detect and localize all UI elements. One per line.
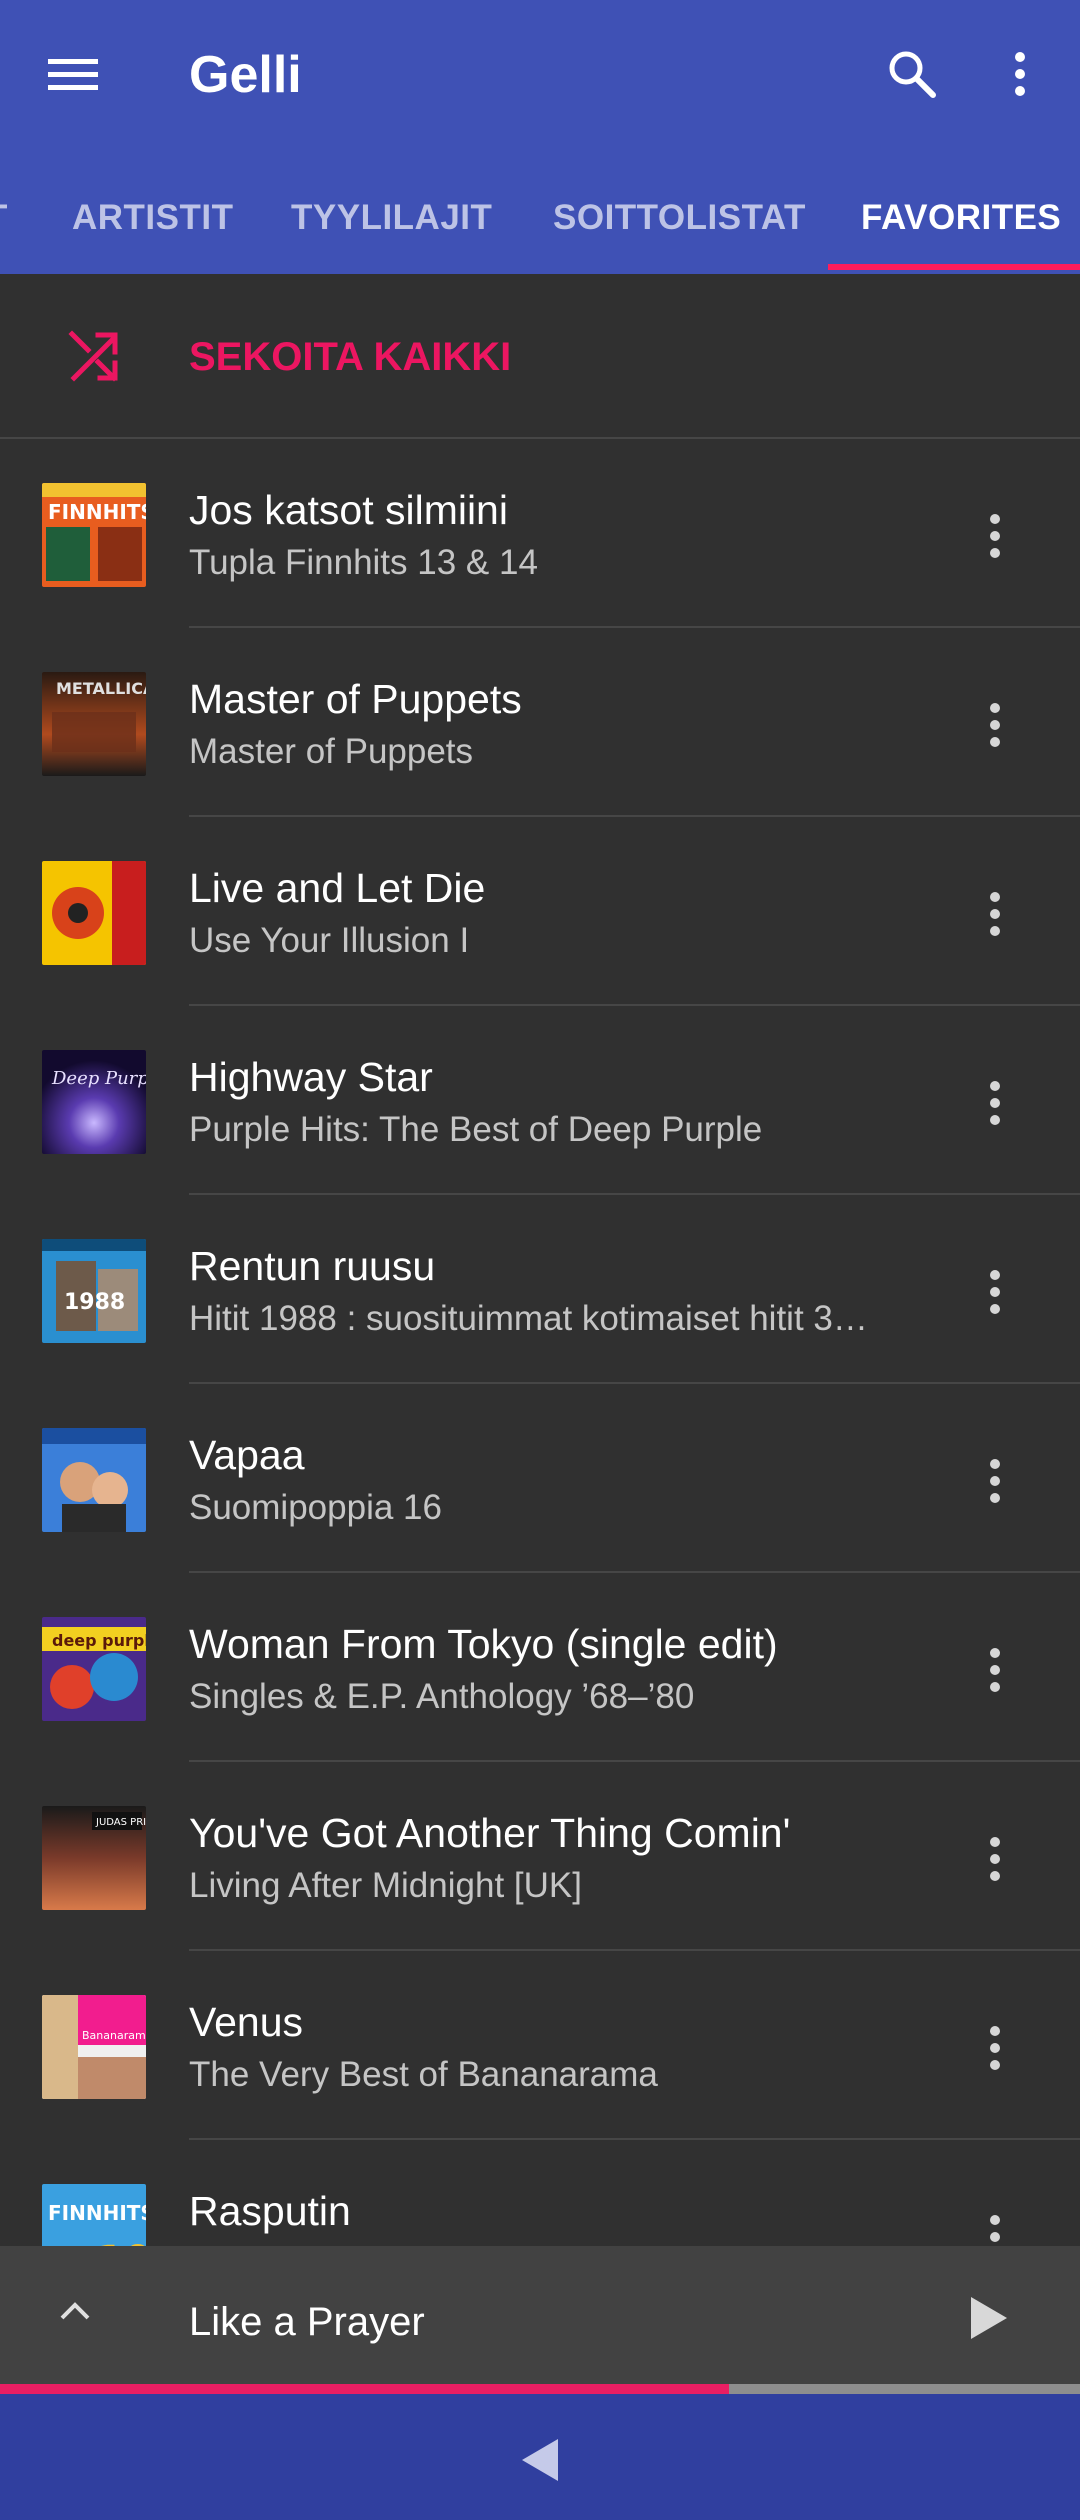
album-art: JUDAS PRIEST bbox=[42, 1806, 146, 1910]
album-art: deep purple bbox=[42, 1617, 146, 1721]
back-triangle-icon[interactable] bbox=[500, 2420, 580, 2500]
more-vertical-icon[interactable] bbox=[960, 1438, 1030, 1524]
track-album: Hitit 1988 : suosituimmat kotimaiset hit… bbox=[189, 1299, 868, 1338]
album-art bbox=[42, 861, 146, 965]
track-title: Highway Star bbox=[189, 1054, 433, 1100]
more-vertical-icon[interactable] bbox=[960, 1627, 1030, 1713]
track-title: Master of Puppets bbox=[189, 676, 522, 722]
album-art: FINNHITS bbox=[42, 483, 146, 587]
now-playing-title: Like a Prayer bbox=[189, 2300, 425, 2344]
more-vertical-icon[interactable] bbox=[960, 2194, 1030, 2246]
more-vertical-icon[interactable] bbox=[960, 682, 1030, 768]
shuffle-all-row[interactable] bbox=[0, 274, 1080, 439]
album-art: Bananarama bbox=[42, 1995, 146, 2099]
track-row[interactable]: Vapaa Suomipoppia 16 bbox=[0, 1384, 1080, 1573]
playback-progress-bar[interactable] bbox=[0, 2384, 1080, 2394]
more-vertical-icon[interactable] bbox=[960, 1060, 1030, 1146]
track-title: Woman From Tokyo (single edit) bbox=[189, 1621, 778, 1667]
album-art: METALLICA bbox=[42, 672, 146, 776]
svg-text:JUDAS PRIEST: JUDAS PRIEST bbox=[95, 1817, 146, 1828]
mini-player[interactable] bbox=[0, 2246, 1080, 2384]
track-row[interactable]: METALLICA Master of Puppets Master of Pu… bbox=[0, 628, 1080, 817]
svg-text:METALLICA: METALLICA bbox=[56, 679, 146, 698]
album-art: 1988 bbox=[42, 1239, 146, 1343]
track-row[interactable]: JUDAS PRIEST You've Got Another Thing Co… bbox=[0, 1762, 1080, 1951]
svg-text:Bananarama: Bananarama bbox=[82, 2029, 146, 2042]
track-album: The Very Best of Bananarama bbox=[189, 2055, 658, 2094]
tab-partial[interactable]: T bbox=[0, 162, 8, 274]
track-row[interactable]: deep purple Woman From Tokyo (single edi… bbox=[0, 1573, 1080, 1762]
track-row[interactable]: Bananarama Venus The Very Best of Banana… bbox=[0, 1951, 1080, 2140]
track-album: Tupla Finnhits 13 & 14 bbox=[189, 543, 538, 582]
tab-genres[interactable]: TYYLILAJIT bbox=[291, 162, 492, 274]
track-title: Venus bbox=[189, 1999, 303, 2045]
album-art: FINNHITS 10 bbox=[42, 2184, 146, 2246]
album-art: Deep Purple bbox=[42, 1050, 146, 1154]
playback-progress-fill bbox=[0, 2384, 729, 2394]
svg-text:Deep Purple: Deep Purple bbox=[51, 1068, 146, 1089]
track-row[interactable]: FINNHITS Jos katsot silmiini Tupla Finnh… bbox=[0, 439, 1080, 628]
more-vertical-icon[interactable] bbox=[960, 871, 1030, 957]
chevron-up-icon[interactable] bbox=[40, 2276, 110, 2346]
svg-text:1988: 1988 bbox=[64, 1290, 125, 1315]
track-row[interactable]: Deep Purple Highway Star Purple Hits: Th… bbox=[0, 1006, 1080, 1195]
hamburger-menu-icon[interactable] bbox=[36, 38, 110, 112]
more-vertical-icon[interactable] bbox=[960, 2005, 1030, 2091]
album-art bbox=[42, 1428, 146, 1532]
tab-playlists[interactable]: SOITTOLISTAT bbox=[553, 162, 806, 274]
more-vertical-icon[interactable] bbox=[960, 1249, 1030, 1335]
track-title: Vapaa bbox=[189, 1432, 305, 1478]
search-icon[interactable] bbox=[872, 34, 952, 114]
toolbar: Gelli bbox=[0, 0, 1080, 150]
track-title: You've Got Another Thing Comin' bbox=[189, 1810, 791, 1856]
tab-indicator bbox=[828, 264, 1080, 270]
shuffle-icon bbox=[64, 326, 124, 386]
track-album: Master of Puppets bbox=[189, 732, 474, 771]
track-row[interactable]: 1988 Rentun ruusu Hitit 1988 : suosituim… bbox=[0, 1195, 1080, 1384]
svg-text:10: 10 bbox=[96, 2238, 146, 2246]
svg-text:FINNHITS: FINNHITS bbox=[48, 2201, 146, 2225]
favorites-track-list: FINNHITS Jos katsot silmiini Tupla Finnh… bbox=[0, 439, 1080, 2246]
track-album: Singles & E.P. Anthology ’68–’80 bbox=[189, 1677, 695, 1716]
track-title: Rentun ruusu bbox=[189, 1243, 436, 1289]
track-row[interactable]: Live and Let Die Use Your Illusion I bbox=[0, 817, 1080, 1006]
svg-text:deep purple: deep purple bbox=[52, 1631, 146, 1650]
track-title: Rasputin bbox=[189, 2188, 351, 2234]
track-row[interactable]: FINNHITS 10 Rasputin bbox=[0, 2140, 1080, 2246]
track-album: Use Your Illusion I bbox=[189, 921, 470, 960]
svg-text:FINNHITS: FINNHITS bbox=[48, 500, 146, 524]
tab-bar: T ARTISTIT TYYLILAJIT SOITTOLISTAT FAVOR… bbox=[0, 162, 1080, 274]
tab-artists[interactable]: ARTISTIT bbox=[72, 162, 233, 274]
more-vertical-icon[interactable] bbox=[960, 493, 1030, 579]
track-album: Purple Hits: The Best of Deep Purple bbox=[189, 1110, 763, 1149]
more-vertical-icon[interactable] bbox=[960, 1816, 1030, 1902]
track-title: Live and Let Die bbox=[189, 865, 486, 911]
app-title: Gelli bbox=[189, 46, 302, 104]
tab-favorites[interactable]: FAVORITES bbox=[861, 162, 1061, 274]
track-title: Jos katsot silmiini bbox=[189, 487, 508, 533]
play-icon[interactable] bbox=[954, 2278, 1024, 2358]
track-album: Living After Midnight [UK] bbox=[189, 1866, 582, 1905]
track-album: Suomipoppia 16 bbox=[189, 1488, 442, 1527]
shuffle-all-label: SEKOITA KAIKKI bbox=[189, 335, 512, 379]
more-vertical-icon[interactable] bbox=[985, 34, 1055, 114]
